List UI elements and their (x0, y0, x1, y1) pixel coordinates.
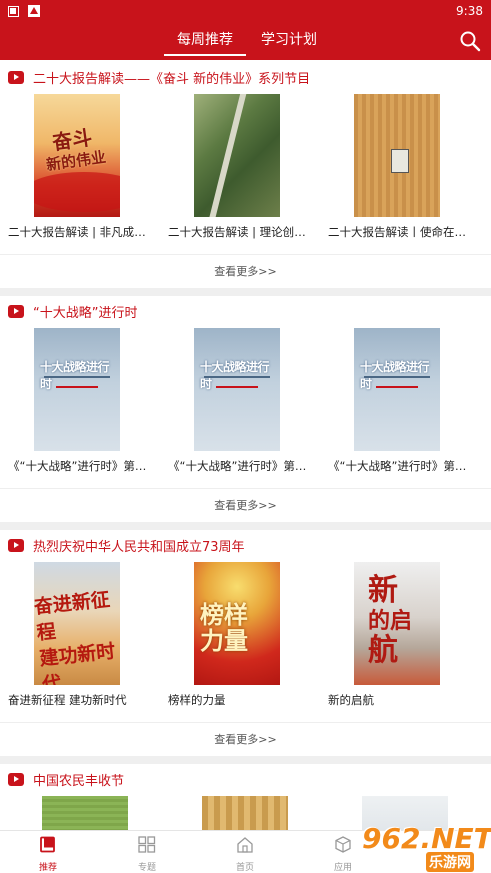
section-report-interpretation: 二十大报告解读——《奋斗 新的伟业》系列节目 奋斗 新的伟业 二十大报告解读 |… (0, 60, 491, 296)
video-caption[interactable]: 二十大报告解读丨使命在肩 ... (320, 224, 475, 240)
section-national-day: 热烈庆祝中华人民共和国成立73周年 奋进新征程 建功新时代 奋进新征程 建功新时… (0, 528, 491, 764)
poster-title: 奋进新征程 建功新时代 (34, 588, 117, 685)
status-time: 9:38 (456, 4, 483, 18)
video-thumbnail[interactable]: 榜样 力量 (194, 562, 280, 685)
video-icon (8, 304, 24, 318)
poster-line (204, 376, 270, 378)
section-header: “十大战略”进行时 (0, 294, 491, 328)
video-caption[interactable]: 二十大报告解读 | 非凡成就 ... (0, 224, 155, 240)
see-more-link[interactable]: 查看更多>> (0, 722, 491, 756)
see-more-link[interactable]: 查看更多>> (0, 488, 491, 522)
video-caption[interactable]: 新的启航 (320, 692, 475, 708)
video-card[interactable]: 榜样 力量 榜样的力量 (160, 562, 315, 708)
poster-title: 榜样 力量 (200, 600, 248, 655)
video-caption[interactable]: 榜样的力量 (160, 692, 315, 708)
video-thumbnail[interactable] (194, 94, 280, 217)
video-thumbnail[interactable]: 奋进新征程 建功新时代 (34, 562, 120, 685)
video-card[interactable]: 新 的启 航 新的启航 (320, 562, 475, 708)
site-watermark: 962.NET 乐游网 (360, 820, 491, 872)
video-card[interactable]: 十大战略进行时 《“十大战略”进行时》第一集... (0, 328, 155, 474)
nav-recommend[interactable]: 推荐 (18, 836, 78, 873)
section-title: 热烈庆祝中华人民共和国成立73周年 (33, 539, 245, 555)
video-icon (8, 70, 24, 84)
video-caption[interactable]: 《“十大战略”进行时》第二集... (160, 458, 315, 474)
video-list: 奋斗 新的伟业 二十大报告解读 | 非凡成就 ... 二十大报告解读 | 理论创… (0, 94, 491, 254)
grid-icon (138, 836, 156, 853)
app-header: 9:38 每周推荐 学习计划 (0, 0, 491, 60)
section-header: 二十大报告解读——《奋斗 新的伟业》系列节目 (0, 60, 491, 94)
video-card[interactable]: 奋斗 新的伟业 二十大报告解读 | 非凡成就 ... (0, 94, 155, 240)
watermark-logo: 962.NET (362, 822, 491, 855)
tab-weekly-recommend[interactable]: 每周推荐 (164, 28, 246, 56)
video-card[interactable]: 奋进新征程 建功新时代 奋进新征程 建功新时代 (0, 562, 155, 708)
tab-study-plan[interactable]: 学习计划 (261, 28, 317, 56)
nav-topics[interactable]: 专题 (117, 836, 177, 873)
video-thumbnail[interactable]: 新 的启 航 (354, 562, 440, 685)
section-title: 二十大报告解读——《奋斗 新的伟业》系列节目 (33, 71, 311, 87)
video-caption[interactable]: 《“十大战略”进行时》第三集... (320, 458, 475, 474)
video-card[interactable]: 十大战略进行时 《“十大战略”进行时》第二集... (160, 328, 315, 474)
cube-icon (335, 836, 351, 853)
search-icon[interactable] (459, 30, 481, 52)
poster-line (376, 386, 418, 388)
book-icon (40, 836, 55, 853)
video-thumbnail[interactable]: 十大战略进行时 (194, 328, 280, 451)
poster-title: 新 的启 航 (368, 573, 413, 668)
poster-line (216, 386, 258, 388)
video-card[interactable]: 十大战略进行时 《“十大战略”进行时》第三集... (320, 328, 475, 474)
nav-home[interactable]: 首页 (215, 836, 275, 873)
video-thumbnail[interactable] (354, 94, 440, 217)
video-icon (8, 538, 24, 552)
header-tabs: 每周推荐 学习计划 (0, 28, 491, 56)
notification-icon (8, 5, 19, 17)
video-icon (8, 772, 24, 786)
video-caption[interactable]: 《“十大战略”进行时》第一集... (0, 458, 155, 474)
video-thumbnail[interactable]: 十大战略进行时 (354, 328, 440, 451)
poster-line (44, 376, 110, 378)
section-title: 中国农民丰收节 (33, 773, 125, 789)
section-title: “十大战略”进行时 (33, 305, 138, 321)
video-card[interactable]: 二十大报告解读 | 理论创新 ... (160, 94, 315, 240)
alert-icon (28, 5, 40, 17)
video-caption[interactable]: 奋进新征程 建功新时代 (0, 692, 155, 708)
video-list: 十大战略进行时 《“十大战略”进行时》第一集... 十大战略进行时 《“十大战略… (0, 328, 491, 488)
watermark-subtitle: 乐游网 (426, 852, 474, 872)
section-ten-strategies: “十大战略”进行时 十大战略进行时 《“十大战略”进行时》第一集... 十大战略… (0, 294, 491, 530)
status-bar: 9:38 (0, 0, 491, 22)
video-thumbnail[interactable]: 奋斗 新的伟业 (34, 94, 120, 217)
poster-line (56, 386, 98, 388)
section-header: 热烈庆祝中华人民共和国成立73周年 (0, 528, 491, 562)
see-more-link[interactable]: 查看更多>> (0, 254, 491, 288)
poster-line (364, 376, 430, 378)
home-icon (237, 837, 253, 853)
video-caption[interactable]: 二十大报告解读 | 理论创新 ... (160, 224, 315, 240)
video-list: 奋进新征程 建功新时代 奋进新征程 建功新时代 榜样 力量 榜样的力量 新 的启… (0, 562, 491, 722)
video-thumbnail[interactable]: 十大战略进行时 (34, 328, 120, 451)
section-header: 中国农民丰收节 (0, 762, 491, 796)
video-card[interactable]: 二十大报告解读丨使命在肩 ... (320, 94, 475, 240)
